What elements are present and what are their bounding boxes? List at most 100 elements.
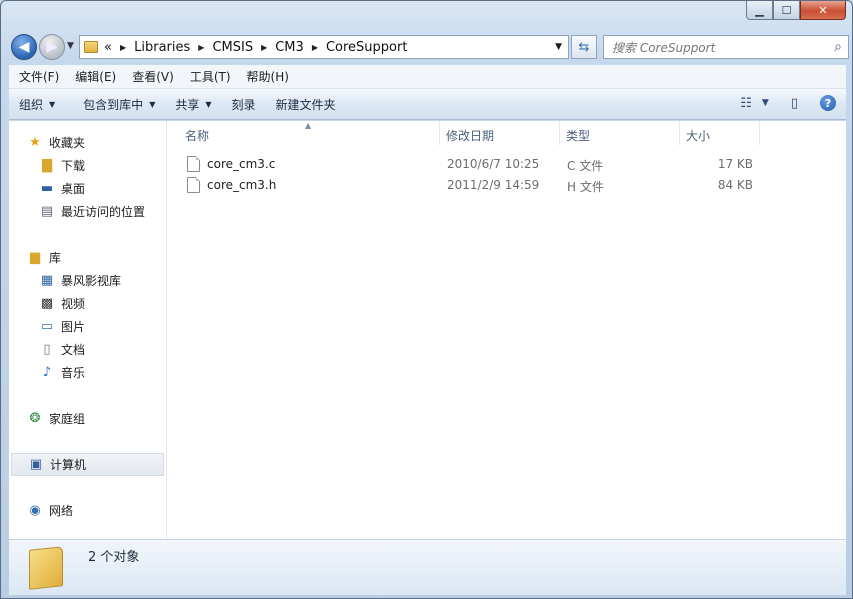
menu-tools[interactable]: 工具(T): [182, 68, 239, 85]
sidebar-item-label: 计算机: [50, 458, 87, 472]
sidebar-item-downloads[interactable]: ▇ 下载: [9, 154, 166, 177]
file-type: H 文件: [567, 180, 604, 194]
forward-arrow-icon: ▶: [46, 39, 58, 55]
breadcrumb-overflow[interactable]: «: [104, 40, 112, 55]
help-icon[interactable]: ?: [820, 95, 836, 111]
sidebar-item-network[interactable]: ◉ 网络: [9, 499, 166, 522]
main-area: ★ 收藏夹 ▇ 下载 ▬ 桌面 ▤ 最近访问的位置 ▆ 库 ▦ 暴风影视库 ▩ …: [9, 121, 846, 539]
back-button[interactable]: ◀: [11, 34, 37, 60]
menu-view[interactable]: 查看(V): [124, 68, 182, 85]
navigation-pane: ★ 收藏夹 ▇ 下载 ▬ 桌面 ▤ 最近访问的位置 ▆ 库 ▦ 暴风影视库 ▩ …: [9, 121, 167, 539]
refresh-icon: ⇆: [578, 39, 590, 55]
file-icon: [187, 156, 200, 172]
column-divider[interactable]: [759, 121, 760, 145]
sort-ascending-icon: ▲: [305, 121, 312, 130]
minimize-button[interactable]: ▁: [746, 1, 773, 20]
chevron-down-icon: ▼: [205, 99, 212, 109]
menu-edit[interactable]: 编辑(E): [67, 68, 124, 85]
sidebar-item-label: 文档: [61, 343, 86, 357]
breadcrumb-cm3[interactable]: CM3: [275, 40, 304, 55]
item-count: 2 个对象: [88, 550, 140, 565]
include-in-library-label: 包含到库中: [83, 97, 144, 112]
breadcrumb-libraries[interactable]: Libraries: [134, 40, 190, 55]
file-row[interactable]: core_cm3.h 2011/2/9 14:59 H 文件 84 KB: [167, 175, 767, 196]
sidebar-item-recent-places[interactable]: ▤ 最近访问的位置: [9, 200, 166, 223]
view-options-icon[interactable]: ☷: [740, 96, 752, 111]
file-name: core_cm3.h: [207, 178, 277, 192]
sidebar-item-music[interactable]: ♪ 音乐: [9, 361, 166, 384]
new-folder-button[interactable]: 新建文件夹: [266, 96, 346, 113]
sidebar-item-label: 下载: [61, 159, 86, 173]
computer-icon: ▣: [29, 457, 43, 472]
folder-icon: [29, 546, 63, 590]
close-button[interactable]: ✕: [800, 1, 846, 20]
back-arrow-icon: ◀: [18, 39, 30, 55]
folder-icon: [84, 41, 98, 53]
organize-button[interactable]: 组织 ▼: [9, 96, 65, 113]
column-header-size[interactable]: 大小: [686, 127, 710, 144]
column-divider[interactable]: [439, 121, 440, 145]
chevron-right-icon[interactable]: ▶: [261, 43, 267, 52]
explorer-window: ▁ ☐ ✕ ◀ ▶ ▼ « ▶ Libraries ▶ CMSIS ▶ CM3 …: [0, 0, 853, 599]
search-icon[interactable]: ⌕: [834, 39, 842, 55]
column-header-type[interactable]: 类型: [566, 127, 590, 144]
sidebar-item-label: 收藏夹: [49, 136, 86, 150]
column-header-name[interactable]: 名称: [185, 127, 209, 144]
file-name: core_cm3.c: [207, 157, 276, 171]
view-dropdown-icon[interactable]: ▼: [762, 98, 769, 108]
search-input[interactable]: 搜索 CoreSupport ⌕: [603, 35, 849, 59]
file-size: 17 KB: [717, 157, 753, 171]
sidebar-item-pictures[interactable]: ▭ 图片: [9, 315, 166, 338]
menu-bar: 文件(F) 编辑(E) 查看(V) 工具(T) 帮助(H): [9, 65, 846, 89]
share-button[interactable]: 共享 ▼: [165, 96, 221, 113]
sidebar-item-computer[interactable]: ▣ 计算机: [11, 453, 164, 476]
caption-buttons: ▁ ☐ ✕: [746, 1, 846, 20]
sidebar-item-homegroup[interactable]: ❂ 家庭组: [9, 407, 166, 430]
music-note-icon: ♪: [42, 365, 52, 380]
sidebar-item-label: 图片: [61, 320, 86, 334]
column-header-date[interactable]: 修改日期: [446, 127, 494, 144]
sidebar-item-baofeng-library[interactable]: ▦ 暴风影视库: [9, 269, 166, 292]
toolbar-right: ☷ ▼ ▯ ?: [726, 95, 836, 111]
address-bar[interactable]: « ▶ Libraries ▶ CMSIS ▶ CM3 ▶ CoreSuppor…: [79, 35, 569, 59]
burn-label: 刻录: [231, 97, 256, 112]
video-library-icon: ▦: [40, 273, 54, 288]
file-icon: [187, 177, 200, 193]
burn-button[interactable]: 刻录: [222, 96, 266, 113]
file-date: 2011/2/9 14:59: [447, 178, 540, 192]
recent-pages-dropdown[interactable]: ▼: [67, 41, 74, 51]
menu-file[interactable]: 文件(F): [11, 68, 67, 85]
sidebar-item-label: 最近访问的位置: [61, 205, 146, 219]
navigation-row: ◀ ▶ ▼ « ▶ Libraries ▶ CMSIS ▶ CM3 ▶ Core…: [9, 33, 849, 61]
sidebar-item-documents[interactable]: ▯ 文档: [9, 338, 166, 361]
column-divider[interactable]: [679, 121, 680, 145]
address-dropdown-icon[interactable]: ▼: [555, 42, 562, 52]
file-list: ▲ 名称 修改日期 类型 大小 core_cm3.c 2010/6/7 10:2…: [167, 121, 846, 539]
file-row[interactable]: core_cm3.c 2010/6/7 10:25 C 文件 17 KB: [167, 154, 767, 175]
sidebar-item-label: 网络: [49, 504, 74, 518]
breadcrumb-coresupport[interactable]: CoreSupport: [326, 40, 407, 55]
document-icon: ▯: [43, 342, 51, 357]
column-divider[interactable]: [559, 121, 560, 145]
downloads-folder-icon: ▇: [42, 158, 52, 173]
sidebar-item-videos[interactable]: ▩ 视频: [9, 292, 166, 315]
chevron-right-icon[interactable]: ▶: [312, 43, 318, 52]
breadcrumb-cmsis[interactable]: CMSIS: [212, 40, 253, 55]
sidebar-item-desktop[interactable]: ▬ 桌面: [9, 177, 166, 200]
sidebar-item-favorites[interactable]: ★ 收藏夹: [9, 131, 166, 154]
sidebar-item-libraries[interactable]: ▆ 库: [9, 246, 166, 269]
include-in-library-button[interactable]: 包含到库中 ▼: [73, 96, 165, 113]
maximize-button[interactable]: ☐: [773, 1, 800, 20]
file-type: C 文件: [567, 159, 604, 173]
forward-button[interactable]: ▶: [39, 34, 65, 60]
chevron-right-icon[interactable]: ▶: [120, 43, 126, 52]
preview-pane-icon[interactable]: ▯: [791, 96, 798, 111]
sidebar-item-label: 桌面: [61, 182, 86, 196]
refresh-button[interactable]: ⇆: [571, 35, 597, 59]
share-label: 共享: [175, 97, 200, 112]
chevron-right-icon[interactable]: ▶: [198, 43, 204, 52]
menu-help[interactable]: 帮助(H): [239, 68, 297, 85]
